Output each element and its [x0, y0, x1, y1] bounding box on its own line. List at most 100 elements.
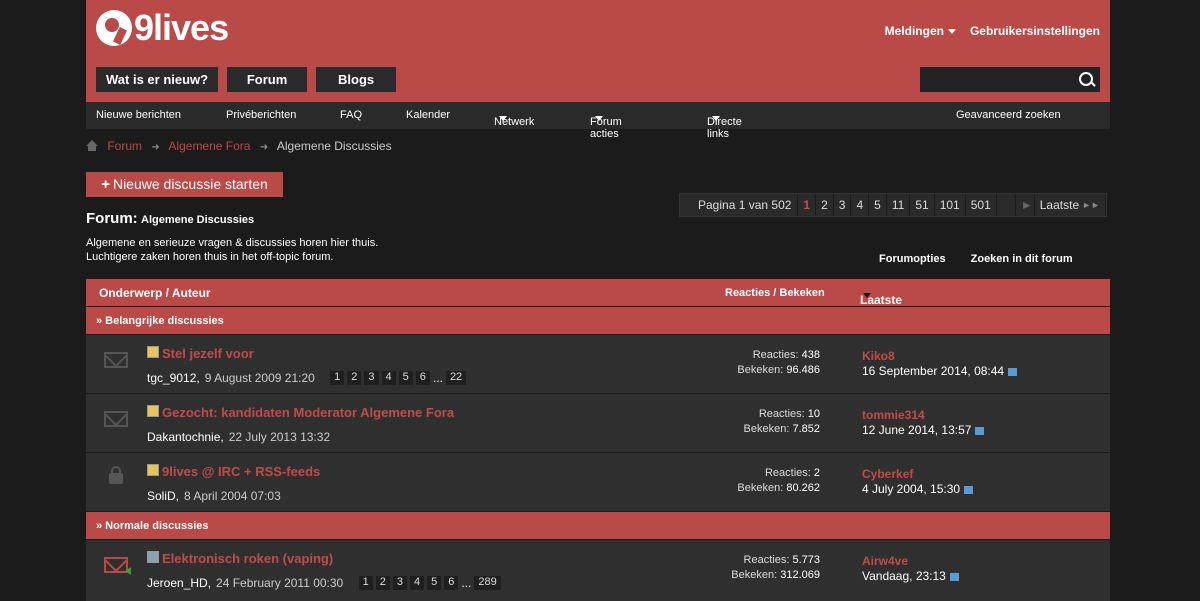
page-link[interactable]: 22 — [445, 371, 467, 385]
thread-row[interactable]: Gezocht: kandidaten Moderator Algemene F… — [86, 393, 1110, 452]
go-to-last-post-icon[interactable] — [1008, 367, 1018, 376]
last-post-time: 12 June 2014, 13:57 — [862, 423, 972, 437]
go-to-last-post-icon[interactable] — [949, 572, 959, 581]
thread-row[interactable]: 9lives @ IRC + RSS-feeds SoliD, 8 April 2… — [86, 452, 1110, 511]
thread-author[interactable]: SoliD, — [147, 489, 179, 503]
last-post-user[interactable]: tommie314 — [862, 408, 984, 423]
replies-count: 10 — [807, 408, 820, 420]
thread-row[interactable]: Stel jezelf voor tgc_9012, 9 August 2009 … — [86, 334, 1110, 393]
page-link[interactable]: 5 — [427, 576, 442, 590]
page-link[interactable]: 2 — [347, 371, 362, 385]
thread-author[interactable]: tgc_9012, — [147, 371, 200, 385]
home-icon[interactable] — [86, 140, 98, 151]
double-arrow-icon: ►► — [1082, 200, 1100, 210]
thread-stats: Reacties: 10 Bekeken: 7.852 — [744, 407, 820, 437]
breadcrumb-algemene-fora[interactable]: Algemene Fora — [168, 139, 250, 153]
next-page-icon[interactable]: ► — [1016, 194, 1035, 216]
thread-title[interactable]: Gezocht: kandidaten Moderator Algemene F… — [162, 405, 454, 420]
search-forum-link[interactable]: Zoeken in dit forum — [971, 253, 1073, 265]
mail-icon — [104, 352, 128, 368]
page-link[interactable]: 3 — [364, 371, 379, 385]
thread-author[interactable]: Jeroen_HD, — [147, 576, 211, 590]
thread-title[interactable]: 9lives @ IRC + RSS-feeds — [162, 464, 320, 479]
last-post-user[interactable]: Kiko8 — [862, 349, 1017, 364]
user-settings-link[interactable]: Gebruikersinstellingen — [970, 24, 1100, 38]
page-link[interactable]: 3 — [392, 576, 407, 590]
notifications-label: Meldingen — [884, 24, 944, 38]
page-link[interactable]: 1 — [358, 576, 373, 590]
page-link[interactable]: 4 — [409, 576, 425, 590]
thread-author[interactable]: Dakantochnie, — [147, 430, 224, 444]
thread-author-line: SoliD, 8 April 2004 07:03 — [147, 489, 281, 503]
thread-title[interactable]: Stel jezelf voor — [162, 346, 254, 361]
tab-forum[interactable]: Forum — [227, 67, 308, 92]
views-count: 7.852 — [792, 423, 820, 435]
page-link[interactable]: 4 — [381, 371, 396, 385]
main-nav: Wat is er nieuw? Forum Blogs — [96, 67, 397, 92]
thread-title[interactable]: Elektronisch roken (vaping) — [162, 551, 333, 566]
thread-stats: Reacties: 5.773 Bekeken: 312.069 — [731, 553, 820, 583]
tab-whats-new[interactable]: Wat is er nieuw? — [96, 67, 219, 92]
tab-blogs[interactable]: Blogs — [316, 67, 397, 92]
forum-title-label: Forum: — [86, 210, 138, 227]
page-link[interactable]: 2 — [816, 194, 834, 216]
sticky-prefix-icon — [147, 346, 159, 358]
chevron-down-icon — [499, 116, 507, 121]
top-links: Meldingen Gebruikersinstellingen — [885, 24, 1100, 38]
new-thread-button[interactable]: + Nieuwe discussie starten — [86, 172, 283, 197]
logo-icon — [96, 10, 132, 46]
search-icon[interactable] — [1079, 72, 1093, 86]
column-subject[interactable]: Onderwerp / Auteur — [99, 286, 211, 300]
page-link[interactable]: 289 — [474, 576, 501, 590]
last-post: Cyberkef 4 July 2004, 15:30 — [862, 467, 974, 497]
section-sticky: » Belangrijke discussies — [86, 306, 1110, 334]
subnav-calendar[interactable]: Kalender — [406, 109, 450, 121]
replies-label: Reacties: — [764, 467, 811, 479]
page-link[interactable]: 4 — [851, 194, 870, 216]
plus-icon: + — [101, 176, 110, 193]
subnav-advanced-search[interactable]: Geavanceerd zoeken — [956, 109, 1061, 121]
thread-author-line: tgc_9012, 9 August 2009 21:20 1 2 3 4 5 6... 22 — [147, 371, 467, 385]
last-post-user[interactable]: Cyberkef — [862, 467, 973, 482]
go-to-last-post-icon[interactable] — [975, 426, 985, 435]
page-link[interactable]: 11 — [887, 194, 911, 216]
page-link[interactable]: 101 — [935, 194, 966, 216]
last-post: Kiko8 16 September 2014, 08:44 — [862, 349, 1018, 379]
page-link[interactable]: 5 — [398, 371, 413, 385]
breadcrumb-forum[interactable]: Forum — [107, 139, 142, 153]
replies-label: Reacties: — [752, 349, 799, 361]
sticky-prefix-icon — [147, 464, 159, 476]
chevron-down-icon — [947, 29, 956, 35]
last-page-link[interactable]: Laatste ►► — [1035, 194, 1106, 216]
page-link[interactable]: 6 — [415, 371, 430, 385]
search-input[interactable] — [920, 67, 1100, 92]
page-link-current[interactable]: 1 — [798, 194, 817, 216]
column-replies-views[interactable]: Reacties / Bekeken — [725, 287, 825, 299]
views-count: 96.486 — [786, 364, 820, 376]
last-post-user[interactable]: Airw4ve — [862, 554, 959, 569]
notifications-link[interactable]: Meldingen — [885, 24, 956, 38]
page-link[interactable]: 2 — [375, 576, 390, 590]
page-dots — [997, 194, 1016, 216]
forum-description-line: Algemene en serieuze vragen & discussies… — [86, 237, 379, 249]
subnav-faq[interactable]: FAQ — [340, 109, 362, 121]
go-to-last-post-icon[interactable] — [964, 485, 974, 494]
thread-author-line: Jeroen_HD, 24 February 2011 00:30 123456.… — [147, 576, 501, 590]
last-page-label: Laatste — [1039, 198, 1080, 212]
views-count: 312.069 — [780, 569, 820, 581]
thread-prefix-icon — [147, 551, 159, 563]
last-post: tommie314 12 June 2014, 13:57 — [862, 408, 985, 438]
page-link[interactable]: 501 — [966, 194, 997, 216]
forum-options-link[interactable]: Forumopties — [879, 253, 946, 265]
subnav-private-messages[interactable]: Privéberichten — [226, 109, 296, 121]
site-logo[interactable]: 9lives — [96, 6, 229, 50]
thread-date: 22 July 2013 13:32 — [228, 430, 331, 444]
thread-row[interactable]: Elektronisch roken (vaping) Jeroen_HD, 2 4… — [86, 539, 1110, 601]
page-link[interactable]: 1 — [330, 371, 345, 385]
page-link[interactable]: 3 — [834, 194, 852, 216]
page-link[interactable]: 51 — [910, 194, 935, 216]
page-link[interactable]: 5 — [869, 194, 887, 216]
page-link[interactable]: 6 — [444, 576, 459, 590]
last-post-time: 4 July 2004, 15:30 — [862, 482, 961, 496]
subnav-new-posts[interactable]: Nieuwe berichten — [96, 109, 181, 121]
